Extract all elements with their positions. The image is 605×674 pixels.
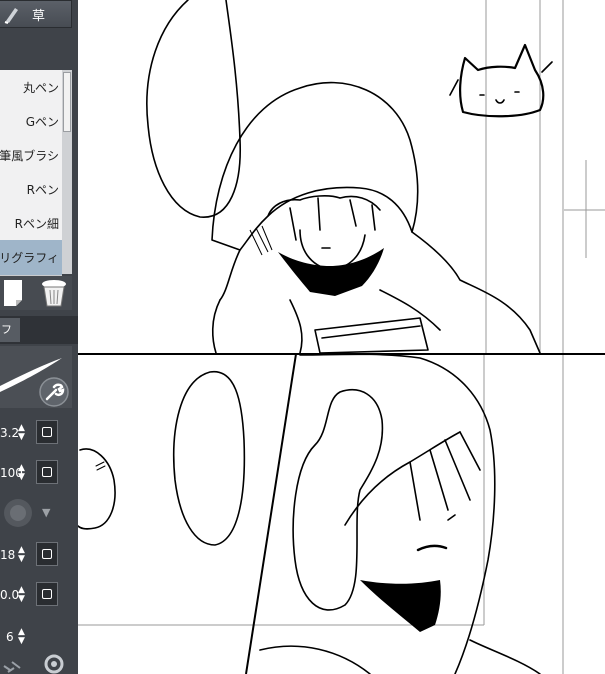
tool-button-label: 草	[31, 9, 45, 24]
param-value: 3.2	[0, 426, 20, 440]
scrollbar-thumb[interactable]	[63, 72, 71, 132]
brush-item[interactable]: Rペン	[0, 172, 62, 208]
brush-stroke-preview	[0, 346, 72, 408]
brush-item-label: Rペン細	[14, 217, 59, 231]
param-value: 18	[0, 548, 16, 562]
brush-item[interactable]: 丸ペン	[0, 70, 62, 106]
subtool-tab-row: フィ	[0, 316, 78, 344]
drawing-canvas[interactable]	[0, 0, 605, 674]
stepper-arrows-icon[interactable]: ▲ ▼	[18, 424, 25, 442]
chevron-down-icon[interactable]: ▼	[42, 506, 50, 519]
param-checkbox[interactable]	[36, 460, 58, 484]
brush-item-label: 丸ペン	[22, 81, 59, 95]
settings-icon[interactable]	[0, 650, 72, 674]
brush-item-label: Gペン	[25, 115, 59, 129]
stepper-arrows-icon[interactable]: ▲ ▼	[18, 464, 25, 482]
param-value: 0.0	[0, 588, 20, 602]
param-checkbox[interactable]	[36, 420, 58, 444]
brush-item-label: カリグラフィ	[0, 251, 59, 265]
brush-item-selected[interactable]: カリグラフィ	[0, 240, 62, 276]
sidebar-bottom-bar	[0, 650, 72, 674]
new-layer-icon[interactable]	[2, 278, 26, 308]
trash-icon[interactable]	[40, 278, 68, 308]
tab-sub-tool-detail[interactable]: フィ	[0, 318, 20, 342]
brush-item[interactable]: 筆風ブラシ	[0, 138, 62, 174]
wrench-icon[interactable]	[38, 376, 70, 408]
brush-list: 丸ペン Gペン 筆風ブラシ Rペン Rペン細 カリグラフィ	[0, 70, 62, 276]
stepper-arrows-icon[interactable]: ▲ ▼	[18, 546, 25, 564]
brush-item[interactable]: Rペン細	[0, 206, 62, 242]
brush-icon	[4, 8, 18, 24]
tool-button[interactable]: 草	[0, 0, 72, 28]
brush-tip-icon[interactable]	[0, 496, 40, 530]
param-checkbox[interactable]	[36, 582, 58, 606]
tool-sidebar: 草 丸ペン Gペン 筆風ブラシ Rペン Rペン細 カリグラフィ フィ	[0, 0, 78, 674]
list-toolbar	[0, 276, 72, 310]
param-row: 18 ▲ ▼	[0, 538, 72, 572]
stepper-arrows-icon[interactable]: ▲ ▼	[18, 628, 25, 646]
param-value: 6	[6, 630, 14, 644]
param-checkbox[interactable]	[36, 542, 58, 566]
brush-item[interactable]: Gペン	[0, 104, 62, 140]
param-row: 100 ▲ ▼	[0, 456, 72, 490]
brush-item-label: 筆風ブラシ	[0, 149, 59, 163]
param-row: 3.2 ▲ ▼	[0, 416, 72, 450]
param-row: 6 ▲ ▼	[0, 620, 72, 654]
stepper-arrows-icon[interactable]: ▲ ▼	[18, 586, 25, 604]
param-row: ▼	[0, 496, 72, 530]
param-row: 0.0 ▲ ▼	[0, 578, 72, 612]
brush-list-scrollbar[interactable]	[62, 70, 72, 274]
brush-item-label: Rペン	[26, 183, 59, 197]
